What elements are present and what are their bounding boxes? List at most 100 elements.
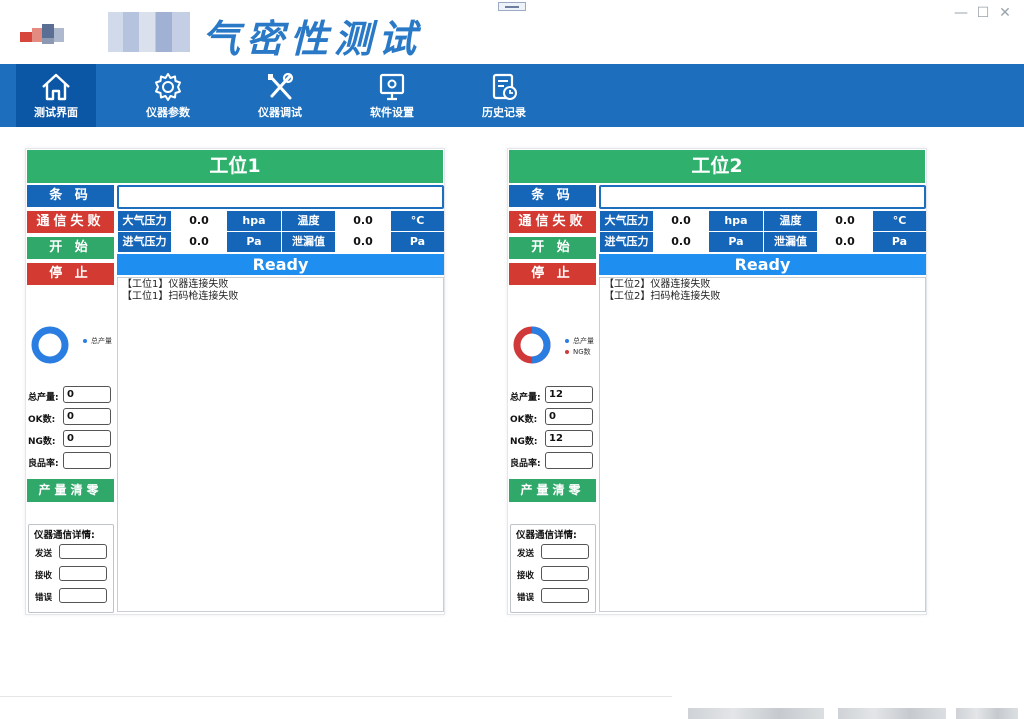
comm-status-button[interactable]: 通信失败 xyxy=(509,211,596,233)
inlet-pressure-label: 进气压力 xyxy=(600,232,653,252)
barcode-input[interactable] xyxy=(599,185,926,209)
send-label: 发送 xyxy=(35,549,53,559)
temperature-unit: °C xyxy=(391,211,444,231)
log-line: 【工位2】扫码枪连接失败 xyxy=(604,291,721,302)
blurred-company-name xyxy=(108,12,190,52)
leak-value-unit: Pa xyxy=(873,232,926,252)
nav-label: 软件设置 xyxy=(370,106,414,119)
barcode-button[interactable]: 条 码 xyxy=(27,185,114,207)
temperature-label: 温度 xyxy=(282,211,335,231)
nav-test-screen[interactable]: 测试界面 xyxy=(16,64,96,127)
instrument-comm-details: 仪器通信详情: 发送 接收 错误 xyxy=(28,524,114,613)
ok-count-field[interactable]: 0 xyxy=(63,408,111,425)
error-label: 错误 xyxy=(35,593,53,603)
leak-value: 0.0 xyxy=(818,232,872,252)
ng-count-field[interactable]: 0 xyxy=(63,430,111,447)
production-donut-chart xyxy=(513,326,551,364)
clear-production-button[interactable]: 产量清零 xyxy=(27,479,114,502)
status-banner: Ready xyxy=(117,254,444,275)
log-area[interactable]: 【工位2】仪器连接失败 【工位2】扫码枪连接失败 xyxy=(599,277,926,612)
donut-total-segment xyxy=(31,326,69,364)
send-field[interactable] xyxy=(541,544,589,559)
error-field[interactable] xyxy=(59,588,107,603)
inlet-pressure-value: 0.0 xyxy=(172,232,226,252)
log-line: 【工位1】扫码枪连接失败 xyxy=(122,291,239,302)
stop-button[interactable]: 停 止 xyxy=(509,263,596,285)
home-icon xyxy=(42,73,70,101)
send-field[interactable] xyxy=(59,544,107,559)
receive-label: 接收 xyxy=(35,571,53,581)
legend-total: 总产量 xyxy=(91,337,112,345)
atm-pressure-label: 大气压力 xyxy=(118,211,171,231)
log-area[interactable]: 【工位1】仪器连接失败 【工位1】扫码枪连接失败 xyxy=(117,277,444,612)
comm-details-title: 仪器通信详情: xyxy=(34,530,95,541)
leak-value: 0.0 xyxy=(336,232,390,252)
start-button[interactable]: 开 始 xyxy=(27,237,114,259)
close-button[interactable]: ✕ xyxy=(996,4,1014,22)
status-banner: Ready xyxy=(599,254,926,275)
leak-value-label: 泄漏值 xyxy=(282,232,335,252)
error-field[interactable] xyxy=(541,588,589,603)
drag-handle[interactable] xyxy=(498,2,526,11)
comm-status-button[interactable]: 通信失败 xyxy=(27,211,114,233)
nav-history[interactable]: 历史记录 xyxy=(464,64,544,127)
atm-pressure-unit: hpa xyxy=(227,211,281,231)
ok-count-label: OK数: xyxy=(28,415,56,425)
ok-count-field[interactable]: 0 xyxy=(545,408,593,425)
start-button[interactable]: 开 始 xyxy=(509,237,596,259)
total-count-field[interactable]: 12 xyxy=(545,386,593,403)
settings-panel-icon xyxy=(379,73,405,101)
barcode-input[interactable] xyxy=(117,185,444,209)
error-label: 错误 xyxy=(517,593,535,603)
log-line: 【工位2】仪器连接失败 xyxy=(604,279,711,290)
blurred-footer-text xyxy=(838,708,946,719)
stop-button[interactable]: 停 止 xyxy=(27,263,114,285)
temperature-unit: °C xyxy=(873,211,926,231)
send-label: 发送 xyxy=(517,549,535,559)
station-panel-2: 工位2 条 码 通信失败 开 始 停 止 大气压力 0.0 hpa 温度 0.0… xyxy=(507,148,927,615)
receive-field[interactable] xyxy=(59,566,107,581)
yield-rate-label: 良品率: xyxy=(510,459,541,469)
log-line: 【工位1】仪器连接失败 xyxy=(122,279,229,290)
receive-field[interactable] xyxy=(541,566,589,581)
comm-details-title: 仪器通信详情: xyxy=(516,530,577,541)
temperature-value: 0.0 xyxy=(818,211,872,231)
ng-count-label: NG数: xyxy=(510,437,538,447)
leak-value-label: 泄漏值 xyxy=(764,232,817,252)
total-count-label: 总产量: xyxy=(510,393,541,403)
nav-instrument-debug[interactable]: 仪器调试 xyxy=(240,64,320,127)
nav-instrument-params[interactable]: 仪器参数 xyxy=(128,64,208,127)
total-count-label: 总产量: xyxy=(28,393,59,403)
inlet-pressure-value: 0.0 xyxy=(654,232,708,252)
clear-production-button[interactable]: 产量清零 xyxy=(509,479,596,502)
temperature-value: 0.0 xyxy=(336,211,390,231)
footer-divider xyxy=(0,696,672,697)
station-title: 工位1 xyxy=(27,150,443,183)
minimize-button[interactable]: — xyxy=(952,4,970,22)
inlet-pressure-unit: Pa xyxy=(709,232,763,252)
station-title: 工位2 xyxy=(509,150,925,183)
gear-icon xyxy=(155,73,181,101)
blurred-footer-text xyxy=(688,708,824,719)
yield-rate-field[interactable] xyxy=(63,452,111,469)
history-icon xyxy=(492,73,517,100)
receive-label: 接收 xyxy=(517,571,535,581)
maximize-button[interactable]: ☐ xyxy=(974,4,992,22)
atm-pressure-value: 0.0 xyxy=(654,211,708,231)
total-count-field[interactable]: 0 xyxy=(63,386,111,403)
yield-rate-label: 良品率: xyxy=(28,459,59,469)
app-title: 气密性测试 xyxy=(202,17,423,61)
title-bar: 气密性测试 — ☐ ✕ xyxy=(0,0,1024,64)
main-nav: 测试界面 仪器参数 仪器调试 软件设置 历史记录 xyxy=(0,64,1024,127)
station-panel-1: 工位1 条 码 通信失败 开 始 停 止 大气压力 0.0 hpa 温度 0.0… xyxy=(25,148,445,615)
nav-software-settings[interactable]: 软件设置 xyxy=(352,64,432,127)
barcode-button[interactable]: 条 码 xyxy=(509,185,596,207)
instrument-comm-details: 仪器通信详情: 发送 接收 错误 xyxy=(510,524,596,613)
yield-rate-field[interactable] xyxy=(545,452,593,469)
inlet-pressure-unit: Pa xyxy=(227,232,281,252)
legend-dot xyxy=(83,339,87,343)
ng-count-field[interactable]: 12 xyxy=(545,430,593,447)
logo xyxy=(20,24,66,46)
leak-value-unit: Pa xyxy=(391,232,444,252)
nav-label: 测试界面 xyxy=(34,106,78,119)
